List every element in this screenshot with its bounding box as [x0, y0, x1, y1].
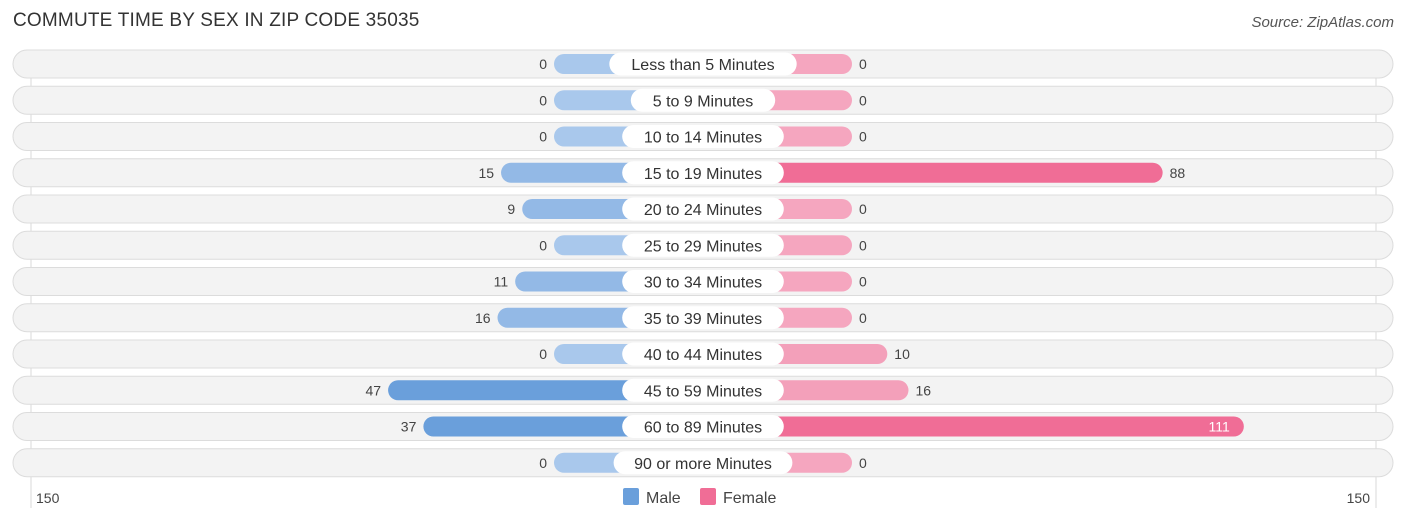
- category-label: 25 to 29 Minutes: [644, 238, 762, 255]
- chart-row: 0 0 Less than 5 Minutes: [12, 49, 1394, 79]
- value-label-female: 88: [1170, 165, 1186, 181]
- legend: Male Female: [623, 488, 776, 507]
- category-label: 90 or more Minutes: [634, 456, 772, 473]
- chart-row: 37 111 60 to 89 Minutes: [12, 412, 1394, 441]
- chart-row: 47 16 45 to 59 Minutes: [12, 375, 1394, 405]
- category-label: 30 to 34 Minutes: [644, 275, 762, 292]
- category-label: Less than 5 Minutes: [631, 57, 774, 74]
- category-label: 20 to 24 Minutes: [644, 202, 762, 219]
- category-label: 45 to 59 Minutes: [644, 383, 762, 400]
- chart-row: 0 0 10 to 14 Minutes: [12, 122, 1394, 151]
- axis-label-right: 150: [1347, 490, 1371, 506]
- value-label-female: 0: [859, 201, 867, 217]
- value-label-female: 0: [859, 310, 867, 326]
- value-label-male: 37: [401, 419, 417, 435]
- bar-female: [703, 416, 1244, 437]
- value-label-male: 0: [539, 92, 547, 108]
- value-label-male: 0: [539, 237, 547, 253]
- value-label-female: 0: [859, 129, 867, 145]
- axis-label-left: 150: [36, 490, 60, 506]
- value-label-male: 0: [539, 455, 547, 471]
- chart-row: 0 0 5 to 9 Minutes: [12, 85, 1394, 115]
- value-label-female: 10: [894, 346, 910, 362]
- chart-row: 11 0 30 to 34 Minutes: [12, 267, 1394, 296]
- legend-label-female: Female: [723, 490, 776, 507]
- legend-label-male: Male: [646, 490, 681, 507]
- category-label: 40 to 44 Minutes: [644, 347, 762, 364]
- value-label-female: 0: [859, 56, 867, 72]
- value-label-male: 9: [507, 201, 515, 217]
- value-label-male: 15: [478, 165, 494, 181]
- chart-row: 0 10 40 to 44 Minutes: [12, 339, 1394, 369]
- value-label-male: 0: [539, 56, 547, 72]
- value-label-male: 16: [475, 310, 491, 326]
- chart-row: 15 88 15 to 19 Minutes: [12, 158, 1394, 188]
- value-label-male: 11: [494, 274, 509, 290]
- chart-row: 0 0 90 or more Minutes: [12, 448, 1394, 478]
- category-label: 35 to 39 Minutes: [644, 311, 762, 328]
- chart-row: 9 0 20 to 24 Minutes: [12, 194, 1394, 224]
- chart-canvas: 0 0Less than 5 Minutes0 05 to 9 Minutes0 01…: [12, 49, 1394, 508]
- value-label-female: 111: [1209, 419, 1230, 435]
- legend-swatch-male: [623, 488, 639, 505]
- value-label-male: 47: [366, 382, 382, 398]
- value-label-male: 0: [539, 129, 547, 145]
- value-label-female: 0: [859, 274, 867, 290]
- value-label-female: 16: [915, 382, 931, 398]
- chart-row: 0 0 25 to 29 Minutes: [12, 230, 1394, 260]
- value-label-female: 0: [859, 92, 867, 108]
- value-label-female: 0: [859, 455, 867, 471]
- category-label: 5 to 9 Minutes: [653, 93, 754, 110]
- chart-row: 16 0 35 to 39 Minutes: [12, 303, 1394, 333]
- category-label: 60 to 89 Minutes: [644, 420, 762, 437]
- value-label-male: 0: [539, 346, 547, 362]
- value-label-female: 0: [859, 237, 867, 253]
- category-label: 10 to 14 Minutes: [644, 130, 762, 147]
- legend-swatch-female: [700, 488, 716, 505]
- category-label: 15 to 19 Minutes: [644, 166, 762, 183]
